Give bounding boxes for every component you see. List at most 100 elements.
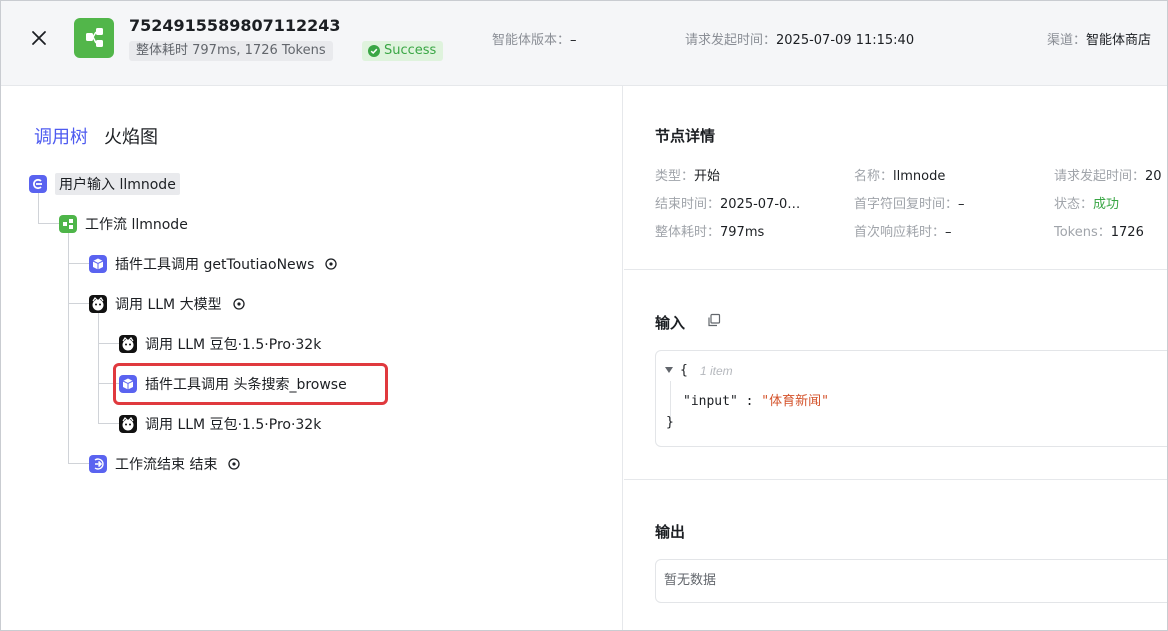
status-badge-label: Success [384, 43, 437, 58]
node-detail-title: 节点详情 [655, 127, 716, 145]
detail-total-time-label: 整体耗时： [655, 225, 721, 240]
tree-node-label: 插件工具调用 getToutiaoNews [115, 257, 315, 273]
request-time-label: 请求发起时间： [685, 33, 777, 48]
tree-node-label: 用户输入 llmnode [55, 173, 180, 195]
detail-end-time-label: 结束时间： [655, 197, 721, 212]
user-input-icon [29, 175, 47, 193]
tree-connector [98, 423, 120, 424]
tree-node-workflow[interactable]: 工作流 llmnode [59, 212, 188, 236]
version-label: 智能体版本： [492, 33, 571, 48]
detail-type-value: 开始 [694, 169, 721, 184]
tree-node-user-input[interactable]: 用户输入 llmnode [29, 172, 180, 196]
detail-end-time: 结束时间：2025-07-0… [655, 193, 800, 212]
detail-total-time-value: 797ms [720, 225, 765, 240]
output-empty-box: 暂无数据 [655, 559, 1167, 603]
detail-first-response: 首次响应耗时：– [854, 221, 952, 240]
tree-node-label: 调用 LLM 豆包·1.5·Pro·32k [145, 417, 322, 433]
output-empty-text: 暂无数据 [664, 573, 717, 588]
trace-id-title: 7524915589807112243 [129, 16, 341, 35]
detail-name-value: llmnode [893, 169, 946, 184]
detail-first-char-time: 首字符回复时间：– [854, 193, 965, 212]
json-open-brace: { [680, 363, 688, 378]
tree-connector [68, 463, 90, 464]
tab-call-tree[interactable]: 调用树 [34, 123, 88, 149]
llm-avatar-icon [119, 335, 137, 353]
collapse-caret-icon[interactable] [664, 366, 674, 374]
header-bar: 7524915589807112243 整体耗时 797ms, 1726 Tok… [1, 1, 1167, 86]
tree-node-llm[interactable]: 调用 LLM 大模型 [89, 292, 246, 316]
detail-type: 类型：开始 [655, 165, 720, 184]
detail-tokens-value: 1726 [1110, 225, 1144, 240]
input-json-viewer: { 1 item "input" : "体育新闻" } [655, 350, 1167, 447]
json-close-brace: } [666, 415, 674, 430]
detail-first-char-value: – [958, 197, 965, 212]
detail-request-time-value: 20 [1145, 169, 1162, 184]
llm-avatar-icon [89, 295, 107, 313]
tree-node-llm-doubao[interactable]: 调用 LLM 豆包·1.5·Pro·32k [119, 332, 321, 356]
detail-end-time-value: 2025-07-0… [720, 197, 801, 212]
detail-name: 名称：llmnode [854, 165, 945, 184]
detail-tokens-label: Tokens： [1054, 225, 1111, 240]
tree-connector [38, 193, 39, 224]
tree-connector [68, 263, 90, 264]
json-key: "input" [683, 394, 738, 409]
workflow-end-icon [89, 455, 107, 473]
locate-target-icon[interactable] [232, 297, 246, 311]
detail-request-time: 请求发起时间：20 [1054, 165, 1162, 184]
call-tree-panel [1, 86, 623, 630]
tree-connector [68, 303, 90, 304]
detail-total-time: 整体耗时：797ms [655, 221, 764, 240]
json-colon: : [737, 394, 762, 409]
request-time-meta: 请求发起时间：2025-07-09 11:15:40 [685, 29, 914, 48]
tree-connector [38, 223, 60, 224]
tree-node-label: 调用 LLM 大模型 [115, 297, 222, 313]
trace-detail-panel: 7524915589807112243 整体耗时 797ms, 1726 Tok… [0, 0, 1168, 631]
tree-connector [98, 343, 120, 344]
llm-avatar-icon [119, 415, 137, 433]
detail-first-response-label: 首次响应耗时： [854, 225, 946, 240]
input-section-title: 输入 [655, 314, 686, 332]
tree-node-label: 工作流 llmnode [85, 217, 188, 233]
detail-status-value: 成功 [1093, 197, 1120, 212]
detail-tokens: Tokens：1726 [1054, 221, 1144, 240]
highlight-box [113, 363, 388, 405]
version-value: – [570, 33, 577, 48]
section-divider [624, 269, 1167, 270]
view-tabs: 调用树 火焰图 [34, 123, 158, 149]
detail-type-label: 类型： [655, 169, 695, 184]
json-value: "体育新闻" [761, 394, 829, 409]
check-circle-icon [368, 45, 380, 57]
workflow-icon [59, 215, 77, 233]
tree-node-label: 工作流结束 结束 [115, 457, 218, 473]
copy-icon[interactable] [707, 313, 721, 327]
tree-node-workflow-end[interactable]: 工作流结束 结束 [89, 452, 241, 476]
detail-request-time-label: 请求发起时间： [1054, 169, 1146, 184]
detail-first-response-value: – [945, 225, 952, 240]
detail-status-label: 状态： [1054, 197, 1094, 212]
detail-status: 状态：成功 [1054, 193, 1119, 212]
summary-tag: 整体耗时 797ms, 1726 Tokens [129, 41, 333, 61]
json-row: "input" : "体育新闻" [683, 390, 829, 409]
version-meta: 智能体版本：– [492, 29, 577, 48]
status-badge: Success [362, 41, 444, 61]
channel-value: 智能体商店 [1086, 33, 1152, 48]
json-item-count: 1 item [700, 364, 733, 378]
tab-flame-graph[interactable]: 火焰图 [104, 123, 158, 149]
tree-connector [68, 233, 69, 464]
section-divider [624, 479, 1167, 480]
detail-name-label: 名称： [854, 169, 894, 184]
request-time-value: 2025-07-09 11:15:40 [776, 33, 915, 48]
close-icon[interactable] [29, 28, 49, 48]
detail-first-char-label: 首字符回复时间： [854, 197, 959, 212]
workflow-app-icon [74, 18, 114, 58]
output-section-title: 输出 [655, 523, 686, 541]
tree-connector [98, 313, 99, 424]
tree-node-llm-doubao[interactable]: 调用 LLM 豆包·1.5·Pro·32k [119, 412, 321, 436]
plugin-cube-icon [89, 255, 107, 273]
channel-label: 渠道： [1047, 33, 1087, 48]
tree-node-label: 调用 LLM 豆包·1.5·Pro·32k [145, 337, 322, 353]
locate-target-icon[interactable] [324, 257, 338, 271]
locate-target-icon[interactable] [227, 457, 241, 471]
tree-node-plugin-toutiao-news[interactable]: 插件工具调用 getToutiaoNews [89, 252, 338, 276]
channel-meta: 渠道：智能体商店 [1047, 29, 1151, 48]
